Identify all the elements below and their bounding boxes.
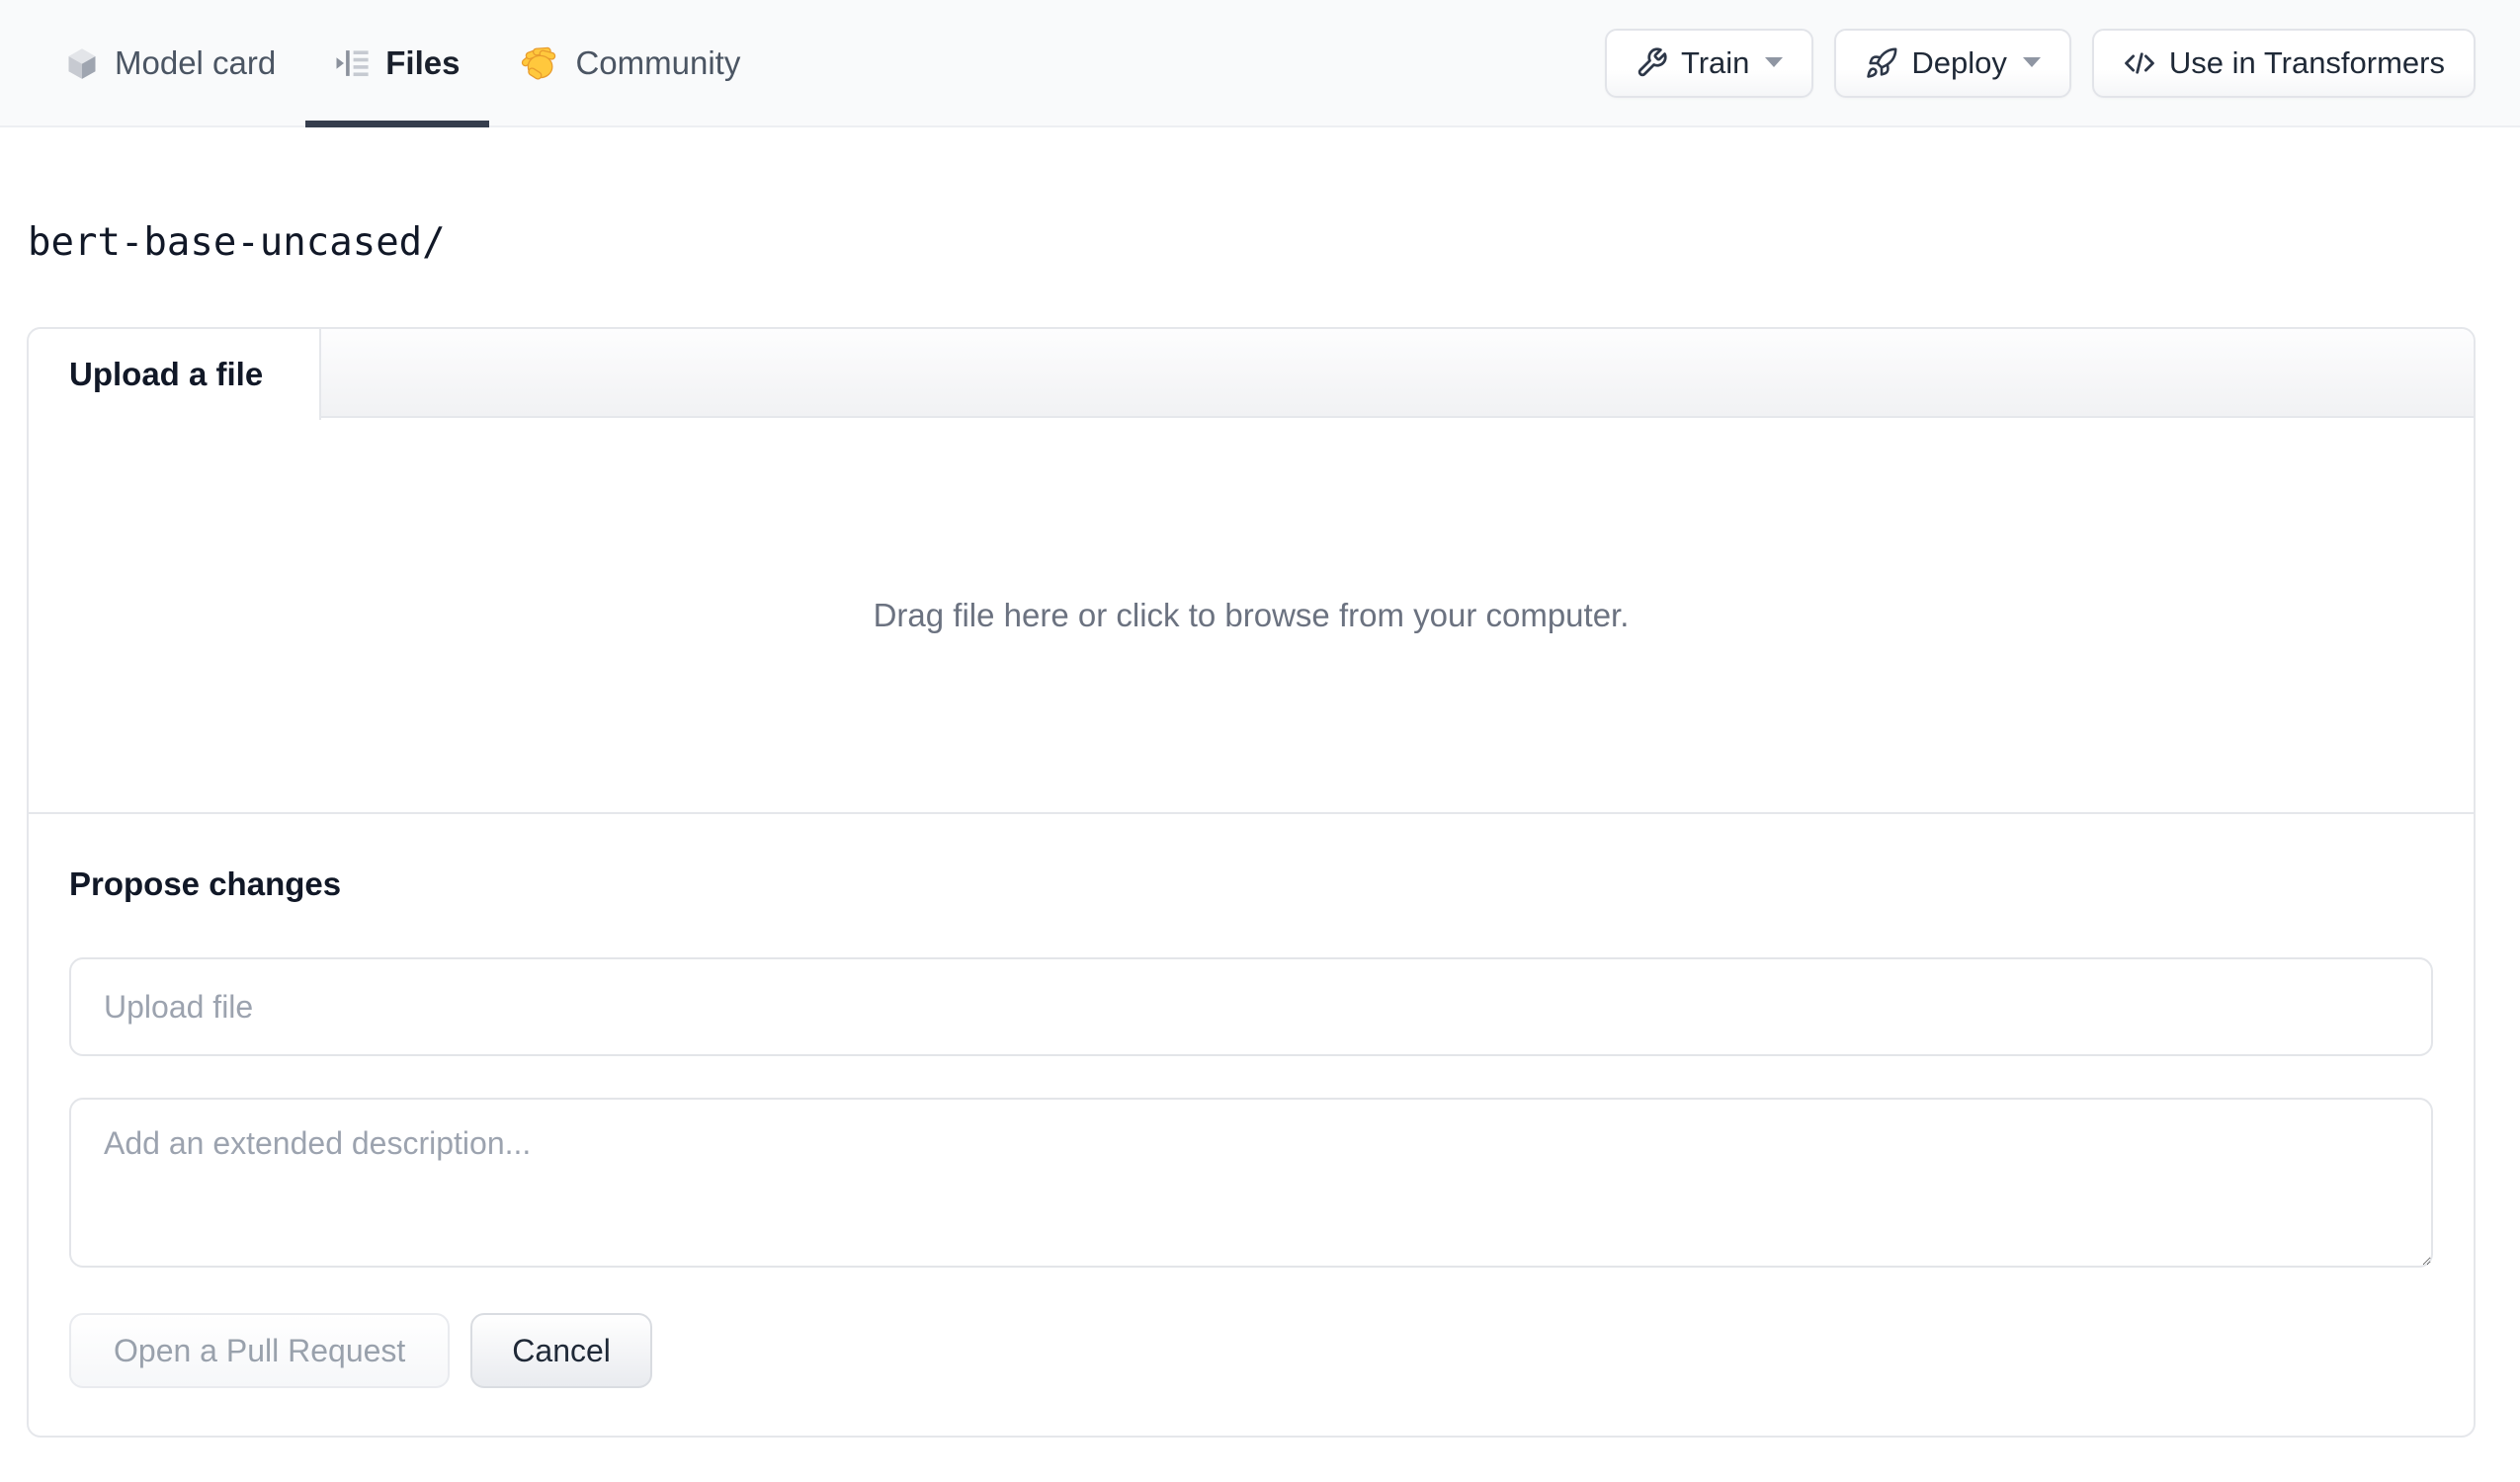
nav-tab-model-card[interactable]: Model card bbox=[35, 0, 305, 125]
code-icon bbox=[2123, 46, 2156, 80]
repo-nav: Model card Files Community Train Deploy … bbox=[0, 0, 2520, 127]
chevron-down-icon bbox=[1765, 57, 1784, 68]
nav-tab-label: Community bbox=[575, 43, 741, 81]
upload-card: Upload a file Drag file here or click to… bbox=[27, 327, 2476, 1438]
active-tab-underline bbox=[305, 121, 490, 127]
nav-tab-community[interactable]: Community bbox=[489, 0, 770, 125]
breadcrumb[interactable]: bert-base-uncased/ bbox=[28, 223, 446, 263]
nav-tab-files[interactable]: Files bbox=[305, 0, 490, 127]
file-dropzone[interactable]: Drag file here or click to browse from y… bbox=[29, 418, 2474, 814]
use-in-transformers-label: Use in Transformers bbox=[2168, 44, 2445, 80]
upload-card-tabbar: Upload a file bbox=[29, 329, 2474, 420]
propose-changes-section: Propose changes Open a Pull Request Canc… bbox=[29, 814, 2474, 1436]
train-button[interactable]: Train bbox=[1604, 28, 1814, 98]
propose-changes-heading: Propose changes bbox=[69, 865, 342, 902]
nav-tab-label: Model card bbox=[115, 43, 277, 81]
file-versions-icon bbox=[335, 45, 371, 81]
train-button-label: Train bbox=[1680, 44, 1750, 80]
nav-tab-label: Files bbox=[385, 43, 461, 81]
waving-hand-icon bbox=[519, 42, 560, 84]
upload-file-input[interactable] bbox=[69, 957, 2433, 1056]
wrench-icon bbox=[1636, 46, 1668, 79]
tab-upload-a-file[interactable]: Upload a file bbox=[29, 329, 321, 420]
dropzone-text: Drag file here or click to browse from y… bbox=[873, 596, 1630, 633]
tab-upload-a-file-label: Upload a file bbox=[69, 356, 264, 392]
deploy-button[interactable]: Deploy bbox=[1834, 28, 2071, 98]
cancel-button[interactable]: Cancel bbox=[470, 1313, 652, 1388]
repo-action-buttons: Train Deploy Use in Transformers bbox=[1604, 0, 2476, 125]
chevron-down-icon bbox=[2022, 57, 2041, 68]
use-in-transformers-button[interactable]: Use in Transformers bbox=[2091, 28, 2476, 98]
extended-description-textarea[interactable] bbox=[69, 1098, 2433, 1268]
open-pull-request-button[interactable]: Open a Pull Request bbox=[69, 1313, 451, 1388]
rocket-icon bbox=[1865, 46, 1898, 80]
propose-actions-row: Open a Pull Request Cancel bbox=[69, 1313, 2433, 1388]
cube-icon bbox=[64, 45, 100, 81]
deploy-button-label: Deploy bbox=[1911, 44, 2007, 80]
